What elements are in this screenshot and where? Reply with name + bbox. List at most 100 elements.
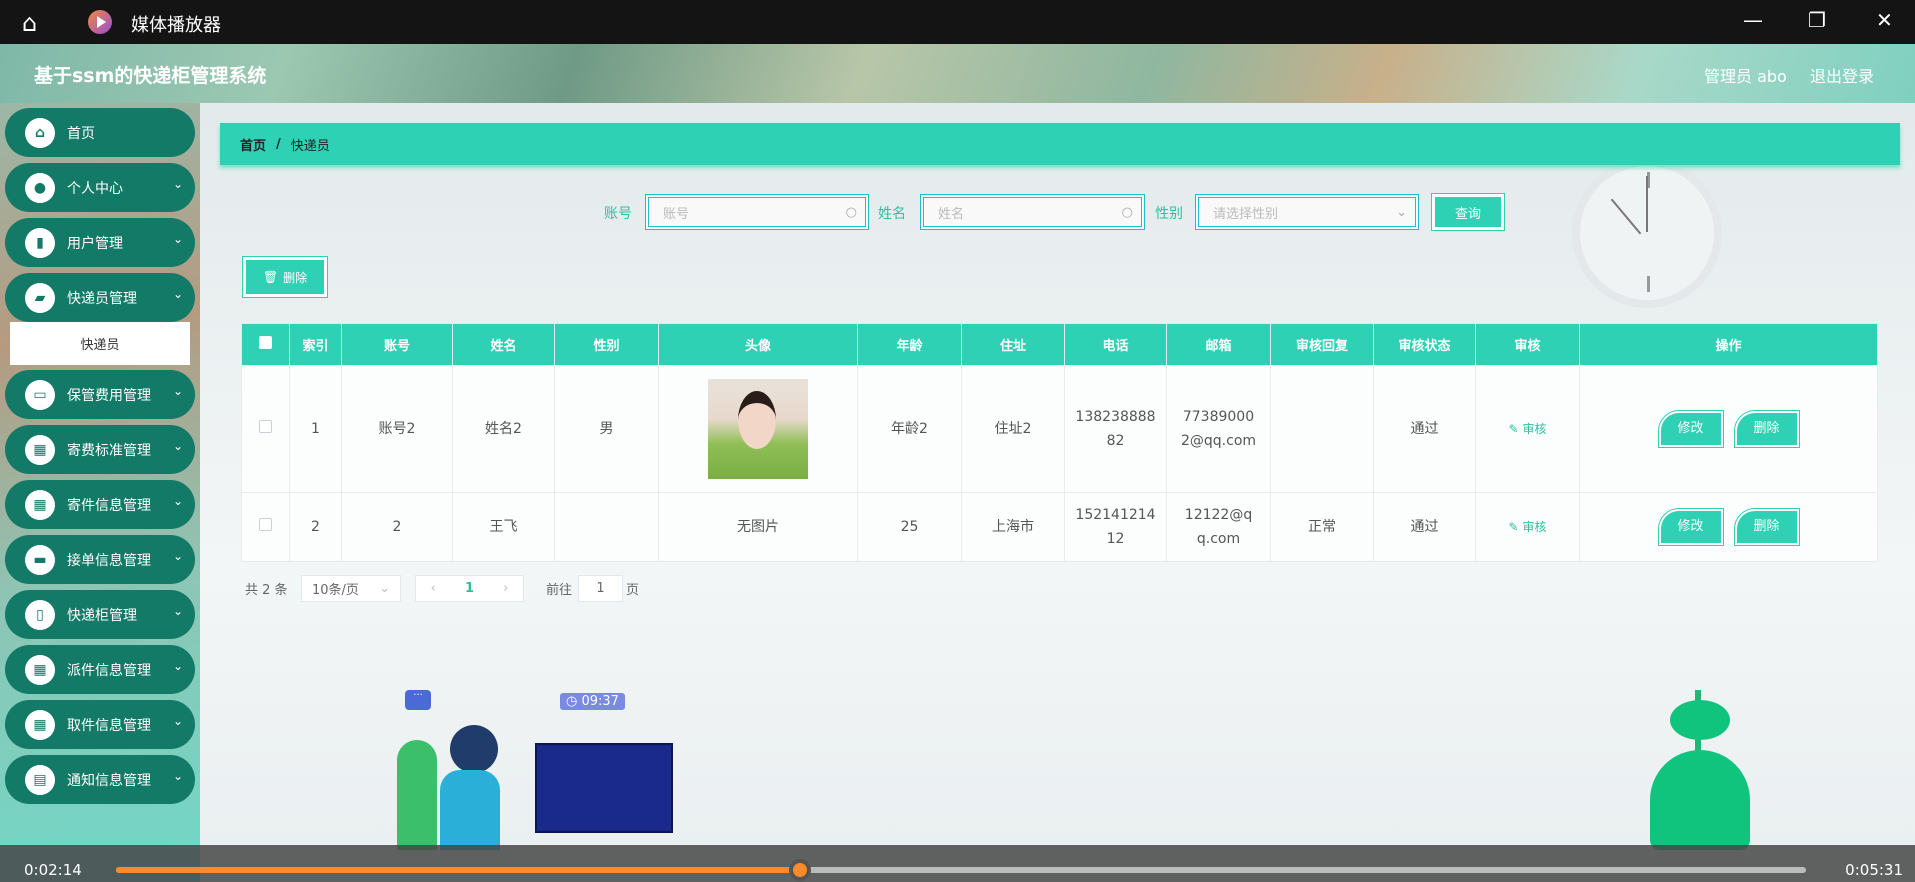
- cell-email: 773890002@qq.com: [1166, 365, 1271, 493]
- clipboard-icon: ▤: [25, 764, 55, 795]
- row-checkbox[interactable]: [241, 365, 290, 493]
- user-icon: ●: [25, 172, 55, 203]
- breadcrumb-separator: /: [276, 136, 281, 152]
- sidebar-item-8[interactable]: ▯ 快递柜管理 ⌄: [5, 590, 195, 639]
- sidebar-item-10[interactable]: ▦ 取件信息管理 ⌄: [5, 700, 195, 749]
- page-suffix: 页: [626, 583, 640, 598]
- cell-name: 姓名2: [452, 365, 555, 493]
- search-icon: ○: [1121, 205, 1133, 220]
- cell-index: 1: [289, 365, 342, 493]
- clock-illustration: [1572, 158, 1722, 308]
- sidebar-item-6[interactable]: ▦ 寄件信息管理 ⌄: [5, 480, 195, 529]
- sidebar-item-2[interactable]: ▮ 用户管理 ⌄: [5, 218, 195, 267]
- cell-account: 账号2: [341, 365, 453, 493]
- close-icon[interactable]: ✕: [1876, 8, 1893, 32]
- chevron-down-icon: ⌄: [172, 494, 183, 508]
- gender-select[interactable]: 请选择性别 ⌄: [1195, 194, 1419, 230]
- query-button[interactable]: 查询: [1431, 193, 1505, 231]
- goto-page-input[interactable]: 1: [578, 575, 623, 602]
- next-page-icon[interactable]: ›: [503, 581, 508, 596]
- name-label: 姓名: [878, 206, 906, 222]
- table-row: 1 账号2 姓名2 男 年龄2 住址2 13823888882 773890002…: [241, 365, 1878, 493]
- home-icon: ⌂: [25, 117, 55, 148]
- seek-handle[interactable]: [789, 859, 812, 881]
- cell-phone: 13823888882: [1064, 365, 1167, 493]
- select-all-checkbox[interactable]: [241, 323, 290, 366]
- sidebar-item-11[interactable]: ▤ 通知信息管理 ⌄: [5, 755, 195, 804]
- column-header: 索引: [289, 323, 342, 366]
- sidebar-item-label: 首页: [67, 125, 95, 142]
- prev-page-icon[interactable]: ‹: [431, 581, 436, 596]
- chevron-down-icon: ⌄: [172, 714, 183, 728]
- logout-link[interactable]: 退出登录: [1810, 63, 1874, 87]
- chevron-down-icon: ⌄: [172, 177, 183, 191]
- cell-status: 通过: [1373, 492, 1476, 562]
- cell-avatar: 无图片: [658, 492, 858, 562]
- cell-email: 12122@qq.com: [1166, 492, 1271, 562]
- courier-table: 索引 账号 姓名 性别 头像 年龄 住址 电话 邮箱 审核回复 审核状态 审核 操作 1 账号2 姓名2…: [241, 323, 1878, 562]
- sidebar-item-9[interactable]: ▦ 派件信息管理 ⌄: [5, 645, 195, 694]
- goto-label: 前往: [546, 583, 573, 598]
- name-input[interactable]: 姓名 ○: [920, 194, 1145, 230]
- chevron-down-icon: ⌄: [172, 604, 183, 618]
- cell-age: 年龄2: [857, 365, 962, 493]
- sidebar-item-7[interactable]: ▬ 接单信息管理 ⌄: [5, 535, 195, 584]
- player-logo-icon: [88, 10, 112, 34]
- row-checkbox[interactable]: [241, 492, 290, 562]
- chevron-down-icon: ⌄: [172, 439, 183, 453]
- sidebar-item-3[interactable]: ▰ 快递员管理 ⌄: [5, 273, 195, 322]
- audit-link[interactable]: ✎ 审核: [1475, 492, 1580, 562]
- column-header: 头像: [658, 323, 858, 366]
- sidebar-item-5[interactable]: ▦ 寄费标准管理 ⌄: [5, 425, 195, 474]
- sidebar-item-4[interactable]: ▭ 保管费用管理 ⌄: [5, 370, 195, 419]
- delete-button[interactable]: 删除: [1733, 508, 1800, 546]
- cell-reply: 正常: [1270, 492, 1374, 562]
- app-title: 媒体播放器: [131, 15, 221, 36]
- seek-bar[interactable]: [116, 859, 1806, 881]
- cell-index: 2: [289, 492, 342, 562]
- audit-link[interactable]: ✎ 审核: [1475, 365, 1580, 493]
- book-icon: ▯: [25, 599, 55, 630]
- minimize-icon[interactable]: —: [1743, 8, 1763, 32]
- page-size-select[interactable]: 10条/页 ⌄: [301, 575, 401, 602]
- name-placeholder: 姓名: [938, 206, 965, 222]
- batch-delete-button[interactable]: 🗑 删除: [242, 256, 328, 298]
- media-player-controls: 0:02:14 0:05:31: [0, 845, 1915, 882]
- sidebar-item-label: 寄费标准管理: [67, 442, 151, 459]
- edit-pen-icon: ✎: [1508, 422, 1519, 436]
- sidebar-item-1[interactable]: ● 个人中心 ⌄: [5, 163, 195, 212]
- column-header: 姓名: [452, 323, 555, 366]
- sidebar-item-label: 寄件信息管理: [67, 497, 151, 514]
- edit-button[interactable]: 修改: [1657, 410, 1724, 448]
- system-title: 基于ssm的快递柜管理系统: [34, 65, 267, 87]
- breadcrumb-current: 快递员: [290, 138, 330, 154]
- cell-account: 2: [341, 492, 453, 562]
- sidebar-item-0[interactable]: ⌂ 首页: [5, 108, 195, 157]
- column-header: 账号: [341, 323, 453, 366]
- grid-icon: ▦: [25, 489, 55, 520]
- cell-avatar: [658, 365, 858, 493]
- column-header: 操作: [1579, 323, 1878, 366]
- chevron-down-icon: ⌄: [172, 384, 183, 398]
- total-duration: 0:05:31: [1845, 861, 1903, 879]
- cell-actions: 修改 删除: [1579, 365, 1878, 493]
- sidebar-item-label: 取件信息管理: [67, 717, 151, 734]
- delete-label: 删除: [283, 270, 308, 285]
- edit-button[interactable]: 修改: [1657, 508, 1724, 546]
- edit-pen-icon: ✎: [1508, 520, 1519, 534]
- cell-address: 住址2: [961, 365, 1065, 493]
- total-count: 共 2 条: [245, 583, 288, 598]
- restore-icon[interactable]: ❐: [1808, 8, 1826, 32]
- breadcrumb-home[interactable]: 首页: [240, 135, 266, 154]
- page-number[interactable]: 1: [465, 581, 474, 596]
- cell-address: 上海市: [961, 492, 1065, 562]
- delete-button[interactable]: 删除: [1733, 410, 1800, 448]
- account-label: 账号: [604, 206, 632, 222]
- sidebar-item-label: 派件信息管理: [67, 662, 151, 679]
- sidebar-subitem-courier[interactable]: 快递员: [10, 322, 190, 365]
- breadcrumb: 首页 / 快递员: [220, 123, 1900, 165]
- column-header: 审核状态: [1373, 323, 1476, 366]
- home-icon[interactable]: ⌂: [22, 9, 37, 37]
- account-input[interactable]: 账号 ○: [645, 194, 869, 230]
- wallet-icon: ▰: [25, 282, 55, 313]
